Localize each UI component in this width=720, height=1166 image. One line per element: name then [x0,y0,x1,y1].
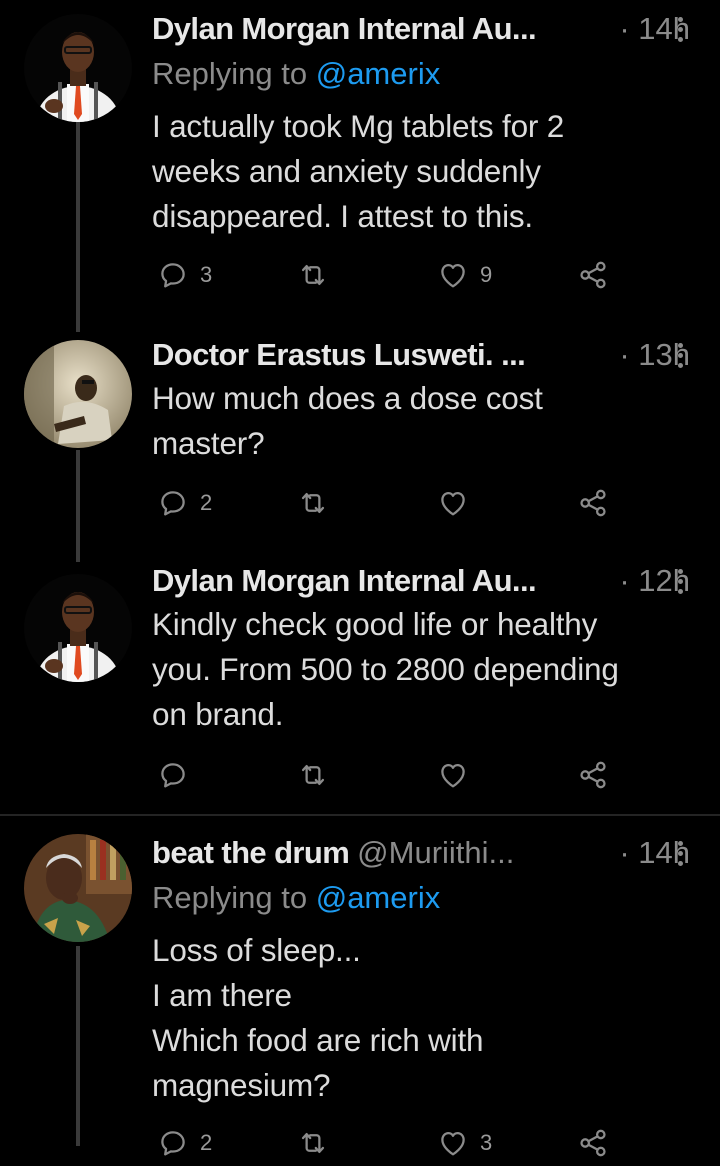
tweet-header: beat the drum @Muriithi... · 14h [152,831,690,875]
avatar[interactable] [24,340,132,448]
share-icon [576,486,610,520]
tweet-actions [152,752,632,798]
tweet-text: Kindly check good life or healthy you. F… [152,606,619,732]
display-name[interactable]: beat the drum [152,835,350,871]
share-icon [576,1126,610,1160]
tweet-actions: 2 3 [152,1120,632,1166]
replying-to-label: Replying to [152,56,308,91]
like-count: 3 [480,1130,493,1155]
retweet-button[interactable] [296,1120,340,1166]
replying-to-label: Replying to [152,880,308,915]
replying-to-handle[interactable]: @amerix [316,880,440,915]
like-button[interactable]: 3 [436,1120,492,1166]
replying-to: Replying to @amerix [152,880,440,916]
reply-count: 2 [200,1130,213,1155]
display-name[interactable]: Doctor Erastus Lusweti. ... [152,337,526,373]
display-name[interactable]: Dylan Morgan Internal Au... [152,11,537,47]
tweet-header: Doctor Erastus Lusweti. ... · 13h [152,333,690,377]
reply-icon [156,1126,190,1160]
reply-icon [156,258,190,292]
more-vertical-icon[interactable] [670,335,690,375]
user-handle[interactable]: @Muriithi... [357,835,514,871]
retweet-button[interactable] [296,252,340,298]
share-icon [576,758,610,792]
heart-icon [436,758,470,792]
tweet-text: How much does a dose cost master? [152,380,543,461]
retweet-button[interactable] [296,752,340,798]
tweet-divider [0,814,720,816]
share-button[interactable] [576,1120,610,1166]
reply-button[interactable]: 2 [156,1120,212,1166]
tweet[interactable]: Dylan Morgan Internal Au... · 12h Kindly… [0,560,720,814]
avatar[interactable] [24,834,132,942]
heart-icon [436,486,470,520]
reply-icon [156,758,190,792]
reply-count: 2 [200,490,213,515]
retweet-button[interactable] [296,480,340,526]
tweet-actions: 3 9 [152,252,632,298]
more-vertical-icon[interactable] [670,561,690,601]
avatar[interactable] [24,14,132,122]
reply-icon [156,486,190,520]
like-button[interactable] [436,752,480,798]
tweet-text: Loss of sleep... I am there Which food a… [152,932,484,1103]
share-button[interactable] [576,752,610,798]
share-button[interactable] [576,252,610,298]
tweet[interactable]: Dylan Morgan Internal Au... · 14h Replyi… [0,0,720,332]
heart-icon [436,258,470,292]
retweet-icon [296,486,330,520]
tweet-header: Dylan Morgan Internal Au... · 14h [152,7,690,51]
display-name[interactable]: Dylan Morgan Internal Au... [152,563,537,599]
share-button[interactable] [576,480,610,526]
retweet-icon [296,1126,330,1160]
reply-button[interactable] [156,752,200,798]
retweet-icon [296,258,330,292]
heart-icon [436,1126,470,1160]
reply-count: 3 [200,262,213,287]
more-vertical-icon[interactable] [670,833,690,873]
like-button[interactable]: 9 [436,252,492,298]
replying-to: Replying to @amerix [152,56,440,92]
reply-button[interactable]: 3 [156,252,212,298]
avatar[interactable] [24,574,132,682]
thread-line [76,450,80,562]
thread-line [76,946,80,1146]
tweet[interactable]: beat the drum @Muriithi... · 14h Replyin… [0,818,720,1144]
like-button[interactable] [436,480,480,526]
thread-line [76,122,80,332]
share-icon [576,258,610,292]
retweet-icon [296,758,330,792]
tweet-actions: 2 [152,480,632,526]
tweet[interactable]: Doctor Erastus Lusweti. ... · 13h How mu… [0,330,720,562]
tweet-header: Dylan Morgan Internal Au... · 12h [152,559,690,603]
replying-to-handle[interactable]: @amerix [316,56,440,91]
like-count: 9 [480,262,493,287]
tweet-text: I actually took Mg tablets for 2 weeks a… [152,108,565,234]
reply-button[interactable]: 2 [156,480,212,526]
more-vertical-icon[interactable] [670,9,690,49]
